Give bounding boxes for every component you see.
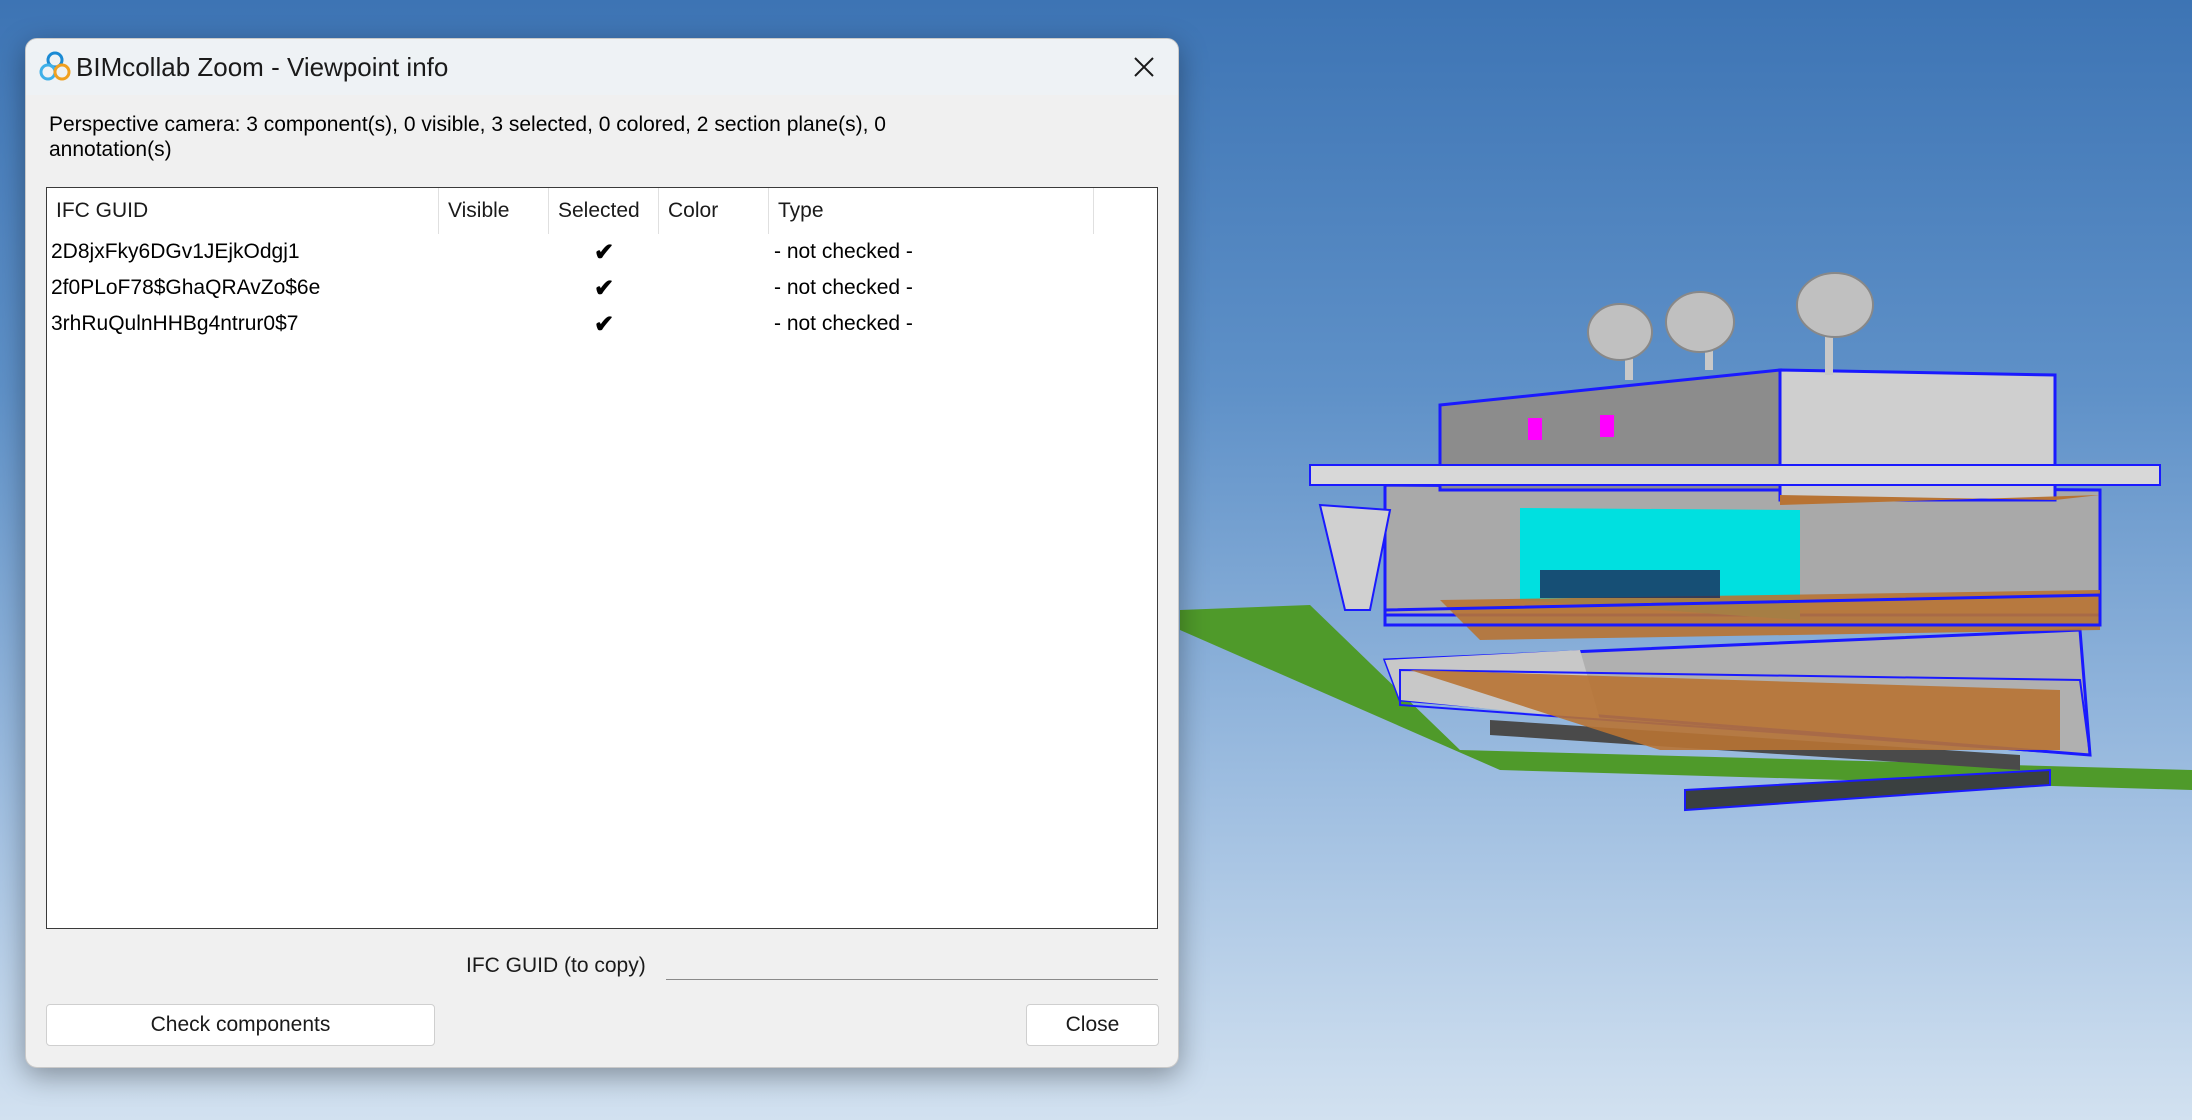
table-row[interactable]: 2f0PLoF78$GhaQRAvZo$6e ✔ - not checked - <box>47 270 1157 306</box>
table-row[interactable]: 2D8jxFky6DGv1JEjkOdgj1 ✔ - not checked - <box>47 234 1157 270</box>
table-row[interactable]: 3rhRuQulnHHBg4ntrur0$7 ✔ - not checked - <box>47 306 1157 342</box>
checkmark-icon: ✔ <box>593 310 615 338</box>
bimcollab-logo-icon <box>39 51 71 81</box>
close-button[interactable]: Close <box>1026 1004 1159 1046</box>
components-table[interactable]: IFC GUID Visible Selected Color Type 2D8… <box>46 187 1158 929</box>
viewpoint-info-dialog: BIMcollab Zoom - Viewpoint info Perspect… <box>25 38 1179 1068</box>
cell-guid: 3rhRuQulnHHBg4ntrur0$7 <box>51 312 299 335</box>
check-components-button[interactable]: Check components <box>46 1004 435 1046</box>
checkmark-icon: ✔ <box>593 238 615 266</box>
title-bar[interactable]: BIMcollab Zoom - Viewpoint info <box>26 39 1178 95</box>
header-visible[interactable]: Visible <box>439 188 549 234</box>
viewpoint-summary: Perspective camera: 3 component(s), 0 vi… <box>49 113 886 161</box>
header-type[interactable]: Type <box>769 188 1094 234</box>
cell-guid: 2f0PLoF78$GhaQRAvZo$6e <box>51 276 321 299</box>
ifc-guid-copy-field[interactable] <box>666 947 1158 980</box>
cell-type: - not checked - <box>774 312 913 335</box>
ifc-guid-copy-label: IFC GUID (to copy) <box>466 954 646 977</box>
cell-type: - not checked - <box>774 240 913 263</box>
turbine-icon <box>1587 272 1874 380</box>
header-color[interactable]: Color <box>659 188 769 234</box>
header-selected[interactable]: Selected <box>549 188 659 234</box>
building-model[interactable] <box>1180 250 2192 830</box>
cell-guid: 2D8jxFky6DGv1JEjkOdgj1 <box>51 240 300 263</box>
window-title: BIMcollab Zoom - Viewpoint info <box>76 51 449 82</box>
table-header: IFC GUID Visible Selected Color Type <box>47 188 1157 234</box>
checkmark-icon: ✔ <box>593 274 615 302</box>
cell-type: - not checked - <box>774 276 913 299</box>
close-icon[interactable] <box>1124 47 1164 87</box>
header-ifc-guid[interactable]: IFC GUID <box>47 188 439 234</box>
